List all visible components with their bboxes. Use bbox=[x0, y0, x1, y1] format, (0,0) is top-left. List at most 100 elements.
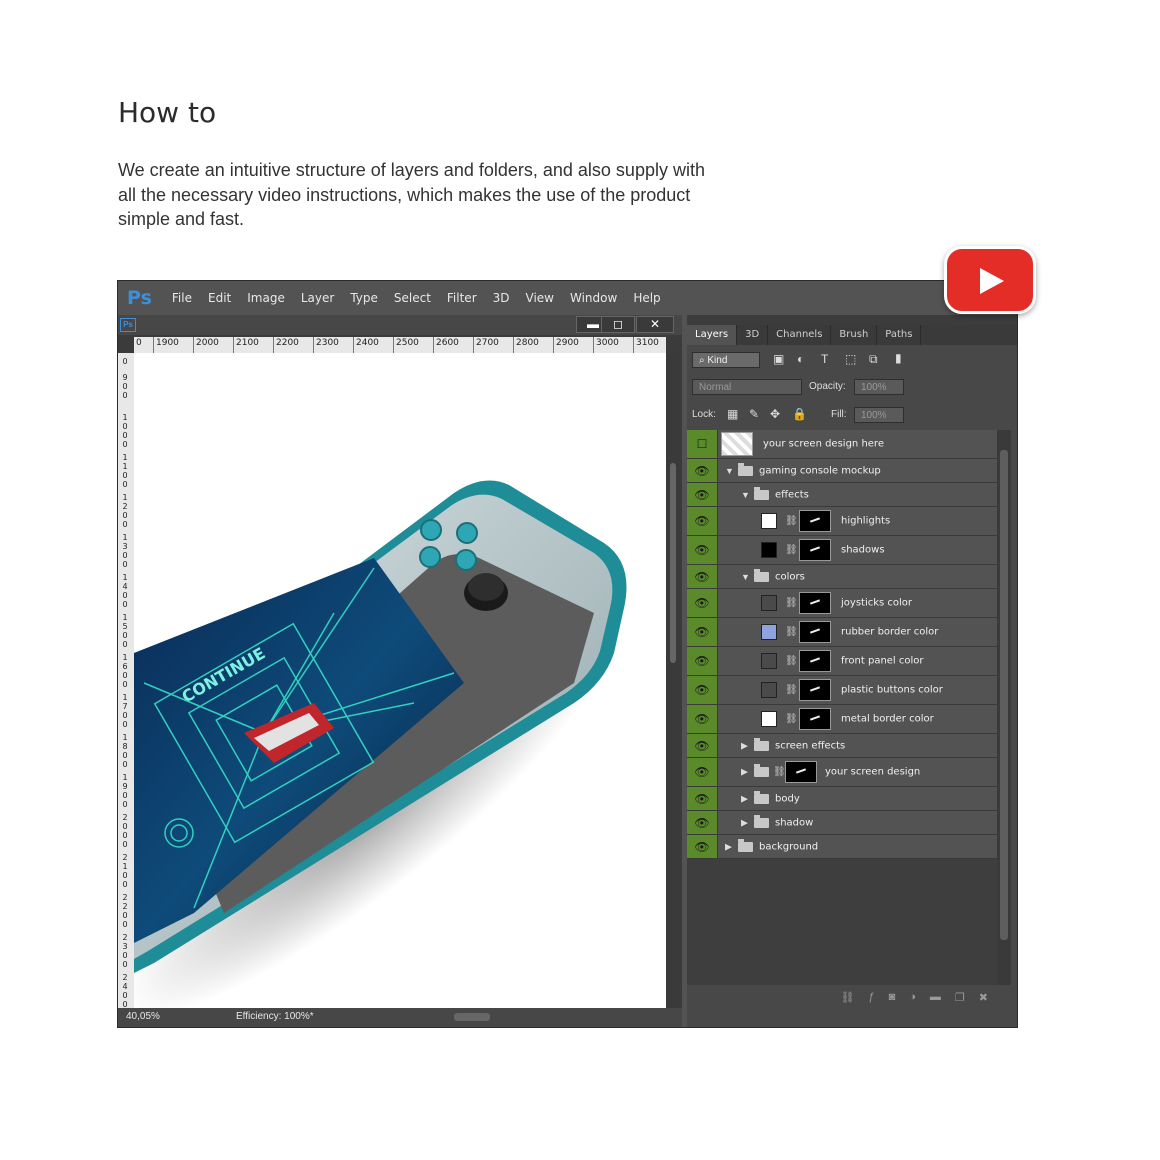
menu-3d[interactable]: 3D bbox=[485, 291, 518, 305]
link-icon[interactable]: ⛓ bbox=[785, 714, 798, 725]
layer-mask-thumbnail[interactable] bbox=[799, 650, 831, 672]
filter-smart-object-icon[interactable]: ⧉ bbox=[869, 352, 878, 367]
delete-layer-icon[interactable]: ✖ bbox=[979, 991, 988, 1004]
document-vertical-scrollbar[interactable] bbox=[666, 353, 680, 1008]
layer-row[interactable]: 👁 ▼ effects bbox=[687, 483, 997, 507]
lock-all-icon[interactable]: 🔒 bbox=[792, 407, 807, 421]
menu-filter[interactable]: Filter bbox=[439, 291, 485, 305]
layer-mask-thumbnail[interactable] bbox=[799, 592, 831, 614]
filter-kind-dropdown[interactable]: ⌕ Kind bbox=[692, 352, 760, 368]
expand-toggle-icon[interactable]: ▼ bbox=[725, 466, 734, 476]
layer-row[interactable]: 👁 ⛓ shadows bbox=[687, 536, 997, 565]
layer-mask-thumbnail[interactable] bbox=[785, 761, 817, 783]
layer-mask-thumbnail[interactable] bbox=[799, 708, 831, 730]
link-icon[interactable]: ⛓ bbox=[773, 767, 786, 778]
eye-icon[interactable]: 👁 bbox=[687, 565, 718, 588]
layers-scrollbar[interactable] bbox=[997, 430, 1011, 985]
link-icon[interactable]: ⛓ bbox=[785, 545, 798, 556]
tab-3d[interactable]: 3D bbox=[737, 325, 769, 345]
menu-layer[interactable]: Layer bbox=[293, 291, 342, 305]
layer-row[interactable]: 👁 ⛓ front panel color bbox=[687, 647, 997, 676]
adjustment-layer-icon[interactable]: ◑ bbox=[909, 991, 916, 1003]
menu-image[interactable]: Image bbox=[239, 291, 293, 305]
tab-paths[interactable]: Paths bbox=[877, 325, 922, 345]
efficiency-readout[interactable]: Efficiency: 100%* bbox=[236, 1011, 314, 1022]
document-canvas[interactable]: CONTINUE bbox=[134, 353, 666, 1008]
filter-image-icon[interactable]: ▣ bbox=[773, 352, 784, 366]
expand-toggle-icon[interactable]: ▶ bbox=[725, 841, 732, 852]
eye-icon[interactable]: 👁 bbox=[687, 787, 718, 810]
layer-row[interactable]: 👁 ▶ screen effects bbox=[687, 734, 997, 758]
color-fill-thumbnail[interactable] bbox=[761, 653, 777, 669]
link-icon[interactable]: ⛓ bbox=[785, 516, 798, 527]
tab-layers[interactable]: Layers bbox=[687, 325, 738, 345]
eye-icon[interactable]: 👁 bbox=[687, 811, 718, 834]
link-layers-icon[interactable]: ⛓ bbox=[841, 991, 855, 1004]
eye-icon[interactable]: 👁 bbox=[687, 835, 718, 858]
layer-row[interactable]: 👁 ▶ shadow bbox=[687, 811, 997, 835]
layer-row[interactable]: 👁 ▼ gaming console mockup bbox=[687, 459, 997, 483]
lock-transparency-icon[interactable]: ▦ bbox=[727, 407, 738, 421]
opacity-field[interactable]: 100% bbox=[854, 379, 904, 395]
tab-channels[interactable]: Channels bbox=[768, 325, 832, 345]
eye-icon[interactable]: 👁 bbox=[687, 618, 718, 646]
expand-toggle-icon[interactable]: ▼ bbox=[741, 572, 750, 582]
layer-row[interactable]: 👁 ⛓ joysticks color bbox=[687, 589, 997, 618]
color-fill-thumbnail[interactable] bbox=[761, 513, 777, 529]
new-layer-icon[interactable]: ❐ bbox=[955, 991, 965, 1004]
lock-position-icon[interactable]: ✥ bbox=[770, 407, 780, 421]
add-mask-icon[interactable]: ◙ bbox=[889, 991, 896, 1003]
eye-icon[interactable]: 👁 bbox=[687, 705, 718, 733]
link-icon[interactable]: ⛓ bbox=[785, 627, 798, 638]
layer-row[interactable]: 👁 ▶ body bbox=[687, 787, 997, 811]
menu-type[interactable]: Type bbox=[342, 291, 386, 305]
youtube-play-icon[interactable] bbox=[944, 246, 1036, 314]
expand-toggle-icon[interactable]: ▶ bbox=[741, 767, 748, 778]
horizontal-scroll-thumb[interactable] bbox=[454, 1013, 490, 1021]
smart-object-thumbnail[interactable] bbox=[721, 432, 753, 456]
layer-mask-thumbnail[interactable] bbox=[799, 539, 831, 561]
layer-row[interactable]: ☐ your screen design here bbox=[687, 430, 997, 459]
menu-help[interactable]: Help bbox=[625, 291, 668, 305]
blend-mode-dropdown[interactable]: Normal bbox=[692, 379, 802, 395]
eye-icon[interactable]: 👁 bbox=[687, 536, 718, 564]
expand-toggle-icon[interactable]: ▶ bbox=[741, 793, 748, 804]
expand-toggle-icon[interactable]: ▶ bbox=[741, 817, 748, 828]
filter-type-icon[interactable]: T bbox=[821, 352, 828, 366]
layer-row[interactable]: 👁 ▶ ⛓ your screen design bbox=[687, 758, 997, 787]
layer-row[interactable]: 👁 ▶ background bbox=[687, 835, 997, 859]
eye-icon[interactable]: 👁 bbox=[687, 647, 718, 675]
layer-style-icon[interactable]: ƒ bbox=[868, 991, 874, 1003]
document-scroll-thumb[interactable] bbox=[670, 463, 676, 663]
lock-paint-icon[interactable]: ✎ bbox=[749, 407, 759, 421]
expand-toggle-icon[interactable]: ▼ bbox=[741, 490, 750, 500]
fill-field[interactable]: 100% bbox=[854, 407, 904, 423]
filter-shape-icon[interactable]: ⬚ bbox=[845, 352, 856, 366]
restore-button[interactable]: ◻ bbox=[601, 316, 635, 333]
eye-icon[interactable]: 👁 bbox=[687, 459, 718, 482]
layer-row[interactable]: 👁 ⛓ highlights bbox=[687, 507, 997, 536]
menu-select[interactable]: Select bbox=[386, 291, 439, 305]
eye-icon[interactable]: 👁 bbox=[687, 589, 718, 617]
eye-icon[interactable]: 👁 bbox=[687, 676, 718, 704]
eye-icon[interactable]: 👁 bbox=[687, 734, 718, 757]
color-fill-thumbnail[interactable] bbox=[761, 542, 777, 558]
layer-row[interactable]: 👁 ▼ colors bbox=[687, 565, 997, 589]
link-icon[interactable]: ⛓ bbox=[785, 685, 798, 696]
menu-view[interactable]: View bbox=[518, 291, 562, 305]
tab-brush[interactable]: Brush bbox=[831, 325, 878, 345]
layers-scroll-thumb[interactable] bbox=[1000, 450, 1008, 940]
visibility-toggle[interactable]: ☐ bbox=[687, 430, 718, 458]
eye-icon[interactable]: 👁 bbox=[687, 507, 718, 535]
color-fill-thumbnail[interactable] bbox=[761, 624, 777, 640]
layer-row[interactable]: 👁 ⛓ rubber border color bbox=[687, 618, 997, 647]
layer-row[interactable]: 👁 ⛓ plastic buttons color bbox=[687, 676, 997, 705]
link-icon[interactable]: ⛓ bbox=[785, 656, 798, 667]
layer-row[interactable]: 👁 ⛓ metal border color bbox=[687, 705, 997, 734]
eye-icon[interactable]: 👁 bbox=[687, 483, 718, 506]
new-group-icon[interactable]: ▬ bbox=[930, 991, 941, 1003]
color-fill-thumbnail[interactable] bbox=[761, 595, 777, 611]
color-fill-thumbnail[interactable] bbox=[761, 682, 777, 698]
filter-toggle-icon[interactable]: ▮ bbox=[895, 351, 902, 365]
close-button[interactable]: ✕ bbox=[636, 316, 674, 333]
